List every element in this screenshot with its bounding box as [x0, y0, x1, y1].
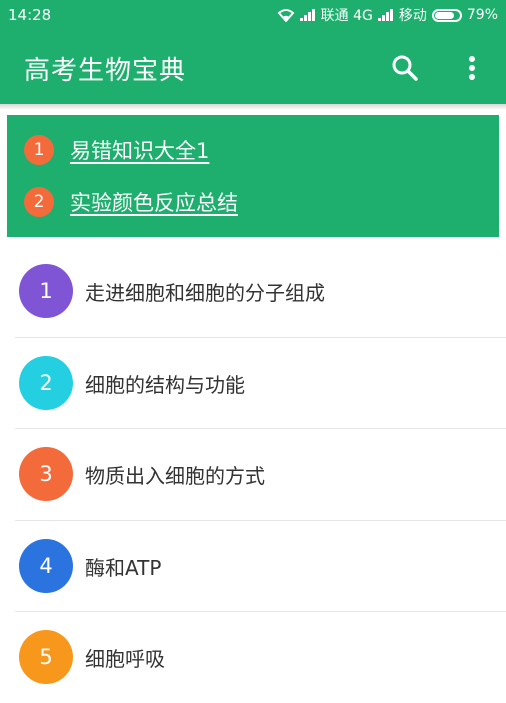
chapter-title: 走进细胞和细胞的分子组成: [85, 281, 325, 305]
chapter-number: 4: [19, 538, 73, 593]
banner-badge: 1: [24, 135, 54, 165]
chapter-row-1[interactable]: 1 走进细胞和细胞的分子组成: [15, 246, 506, 338]
more-vert-icon[interactable]: [460, 52, 484, 84]
chapter-title: 物质出入细胞的方式: [85, 464, 265, 489]
carrier-2: 移动: [398, 8, 427, 24]
featured-banner: 1 易错知识大全1 2 实验颜色反应总结: [7, 115, 499, 237]
battery-icon: [431, 8, 462, 22]
chapter-list: 1 走进细胞和细胞的分子组成 2 细胞的结构与功能 3 物质出入细胞的方式 4 …: [0, 246, 506, 703]
chapter-row-2[interactable]: 2 细胞的结构与功能: [15, 338, 506, 430]
wifi-icon: [277, 9, 295, 22]
signal-icon: [299, 9, 316, 21]
battery-percent: 79%: [466, 7, 498, 23]
carrier-1: 联通 4G: [320, 8, 373, 24]
chapter-number: 5: [19, 630, 73, 685]
chapter-title: 细胞的结构与功能: [85, 372, 245, 397]
search-icon[interactable]: [389, 52, 421, 84]
chapter-number: 3: [19, 447, 73, 502]
banner-link-label[interactable]: 实验颜色反应总结: [70, 187, 238, 217]
banner-badge: 2: [24, 187, 54, 217]
app-header: 14:28 联通 4G 移动 79% 高考生物宝典: [0, 0, 506, 108]
chapter-row-5[interactable]: 5 细胞呼吸: [15, 612, 506, 703]
chapter-row-3[interactable]: 3 物质出入细胞的方式: [15, 429, 506, 521]
chapter-row-4[interactable]: 4 酶和ATP: [15, 521, 506, 613]
signal-icon: [377, 9, 394, 21]
status-time: 14:28: [8, 6, 52, 24]
app-title: 高考生物宝典: [24, 56, 187, 86]
chapter-number: 1: [19, 264, 73, 318]
banner-link-2[interactable]: 2 实验颜色反应总结: [24, 187, 238, 217]
chapter-title: 细胞呼吸: [85, 647, 165, 672]
toolbar: 高考生物宝典: [0, 30, 506, 104]
banner-link-label[interactable]: 易错知识大全1: [70, 135, 209, 165]
chapter-number: 2: [19, 355, 73, 410]
chapter-title: 酶和ATP: [85, 555, 162, 580]
toolbar-shadow: [0, 104, 506, 110]
status-right: 联通 4G 移动 79%: [277, 5, 498, 25]
status-bar: 14:28 联通 4G 移动 79%: [0, 0, 506, 30]
banner-link-1[interactable]: 1 易错知识大全1: [24, 135, 209, 165]
